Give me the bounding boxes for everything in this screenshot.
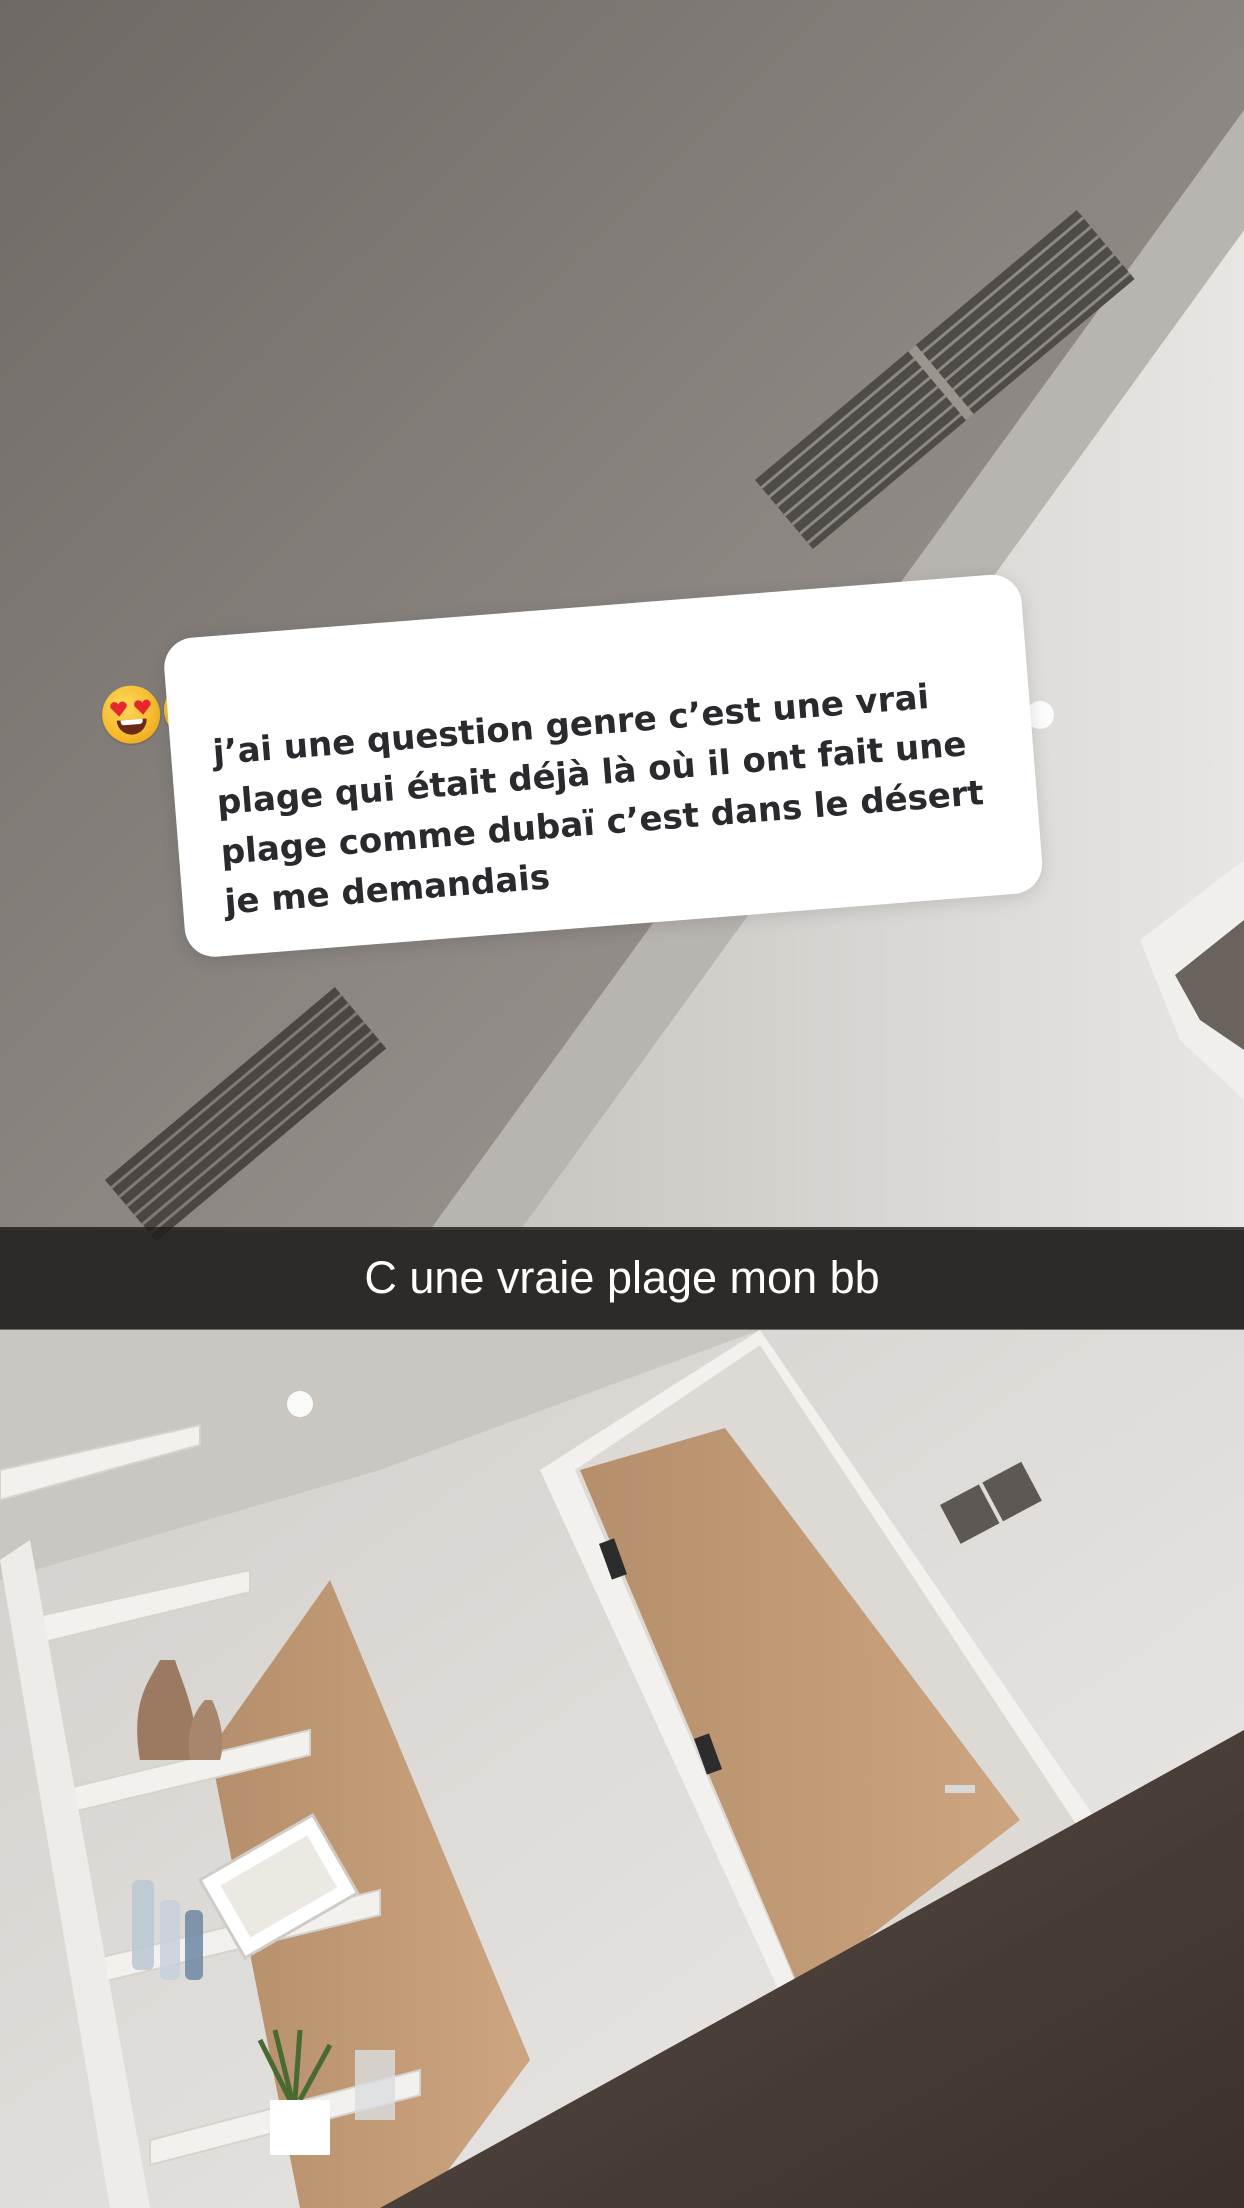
caption-text: C une vraie plage mon bb (364, 1252, 880, 1303)
question-sticker[interactable]: j’ai une question genre c’est une vrai p… (162, 572, 1045, 960)
question-text: j’ai une question genre c’est une vrai p… (211, 677, 986, 923)
background-photo (0, 0, 1244, 2208)
heart-eyes-emoji-icon (100, 683, 163, 746)
caption-bar[interactable]: C une vraie plage mon bb (0, 1227, 1244, 1329)
